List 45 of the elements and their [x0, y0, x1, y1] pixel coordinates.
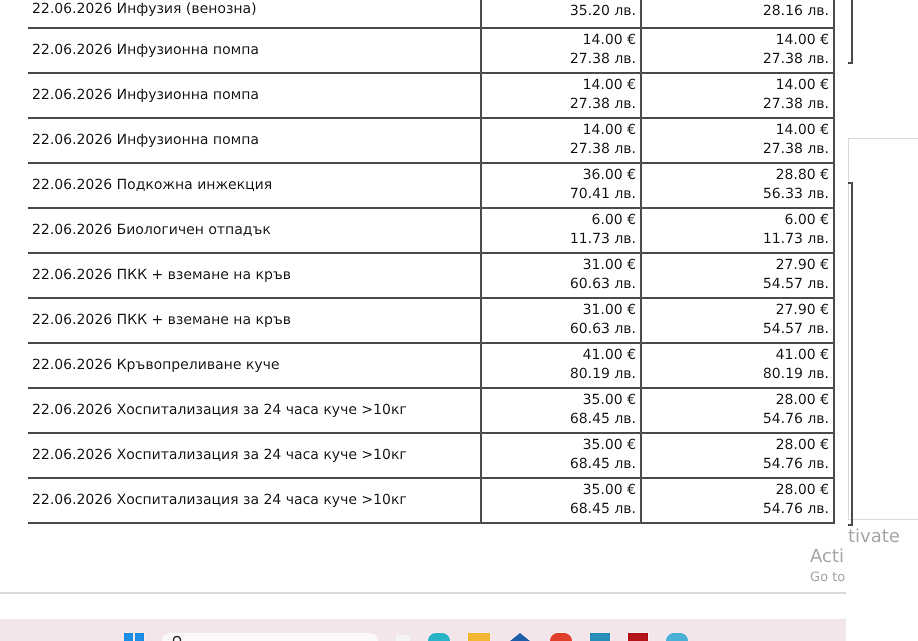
app-icon[interactable]	[550, 633, 572, 641]
table-cell: 28.00 € 54.76 лв.	[640, 389, 835, 432]
search-icon	[172, 635, 182, 641]
table-cell: 31.00 € 60.63 лв.	[480, 254, 640, 297]
activation-text: Go to	[810, 570, 846, 585]
table-cell: 28.00 € 54.76 лв.	[640, 434, 835, 477]
table-cell: 36.00 € 70.41 лв.	[480, 164, 640, 207]
table-cell-text: 22.06.2026 Инфузионна помпа	[31, 86, 260, 105]
table-cell: 35.00 € 68.45 лв.	[480, 434, 640, 477]
table-cell-text: 22.06.2026 Хоспитализация за 24 часа куче >10кг	[31, 491, 408, 510]
table-cell: 14.00 € 27.38 лв.	[640, 29, 835, 72]
table-cell-text: 22.06.2026 Кръвопреливане куче	[31, 356, 281, 375]
table-cell: 6.00 € 11.73 лв.	[480, 209, 640, 252]
table-cell: 35.00 € 68.45 лв.	[480, 479, 640, 522]
table-cell: 6.00 € 11.73 лв.	[640, 209, 835, 252]
table-cell: 28.16 лв.	[640, 0, 835, 27]
table-cell-text: 22.06.2026 Инфузионна помпа	[31, 131, 260, 150]
table-cell-text: 22.06.2026 Инфузия (венозна)	[31, 0, 258, 19]
table-cell-text: 22.06.2026 Подкожна инжекция	[31, 176, 274, 195]
table-cell-text: 22.06.2026 Инфузионна помпа	[31, 41, 260, 60]
table-cell: 14.00 € 27.38 лв.	[640, 74, 835, 117]
bracket-line	[848, 0, 853, 64]
activation-text: tivate	[848, 526, 900, 547]
table-cell: 35.20 лв.	[480, 0, 640, 27]
table-cell-text: 22.06.2026 ПКК + вземане на кръв	[31, 266, 292, 285]
table-cell-text: 22.06.2026 Хоспитализация за 24 часа куче >10кг	[31, 446, 408, 465]
table-cell: 35.00 € 68.45 лв.	[480, 389, 640, 432]
table-cell-text: 22.06.2026 ПКК + вземане на кръв	[31, 311, 292, 330]
table-cell: 14.00 € 27.38 лв.	[480, 74, 640, 117]
table-cell: 41.00 € 80.19 лв.	[480, 344, 640, 387]
table-cell: 28.80 € 56.33 лв.	[640, 164, 835, 207]
search-field[interactable]	[162, 633, 378, 641]
table-cell: 28.00 € 54.76 лв.	[640, 479, 835, 522]
table-cell: 14.00 € 27.38 лв.	[640, 119, 835, 162]
table-cell-text: 22.06.2026 Биологичен отпадък	[31, 221, 272, 240]
table-cell: 14.00 € 27.38 лв.	[480, 119, 640, 162]
table-cell: 27.90 € 54.57 лв.	[640, 254, 835, 297]
table-cell: 41.00 € 80.19 лв.	[640, 344, 835, 387]
table-cell-text: 22.06.2026 Хоспитализация за 24 часа куче >10кг	[31, 401, 408, 420]
table-cell: 27.90 € 54.57 лв.	[640, 299, 835, 342]
activation-text: Acti	[810, 546, 844, 567]
windows-icon[interactable]	[124, 633, 144, 641]
app-icon[interactable]	[508, 633, 532, 641]
table-cell: 31.00 € 60.63 лв.	[480, 299, 640, 342]
table-cell: 14.00 € 27.38 лв.	[480, 29, 640, 72]
